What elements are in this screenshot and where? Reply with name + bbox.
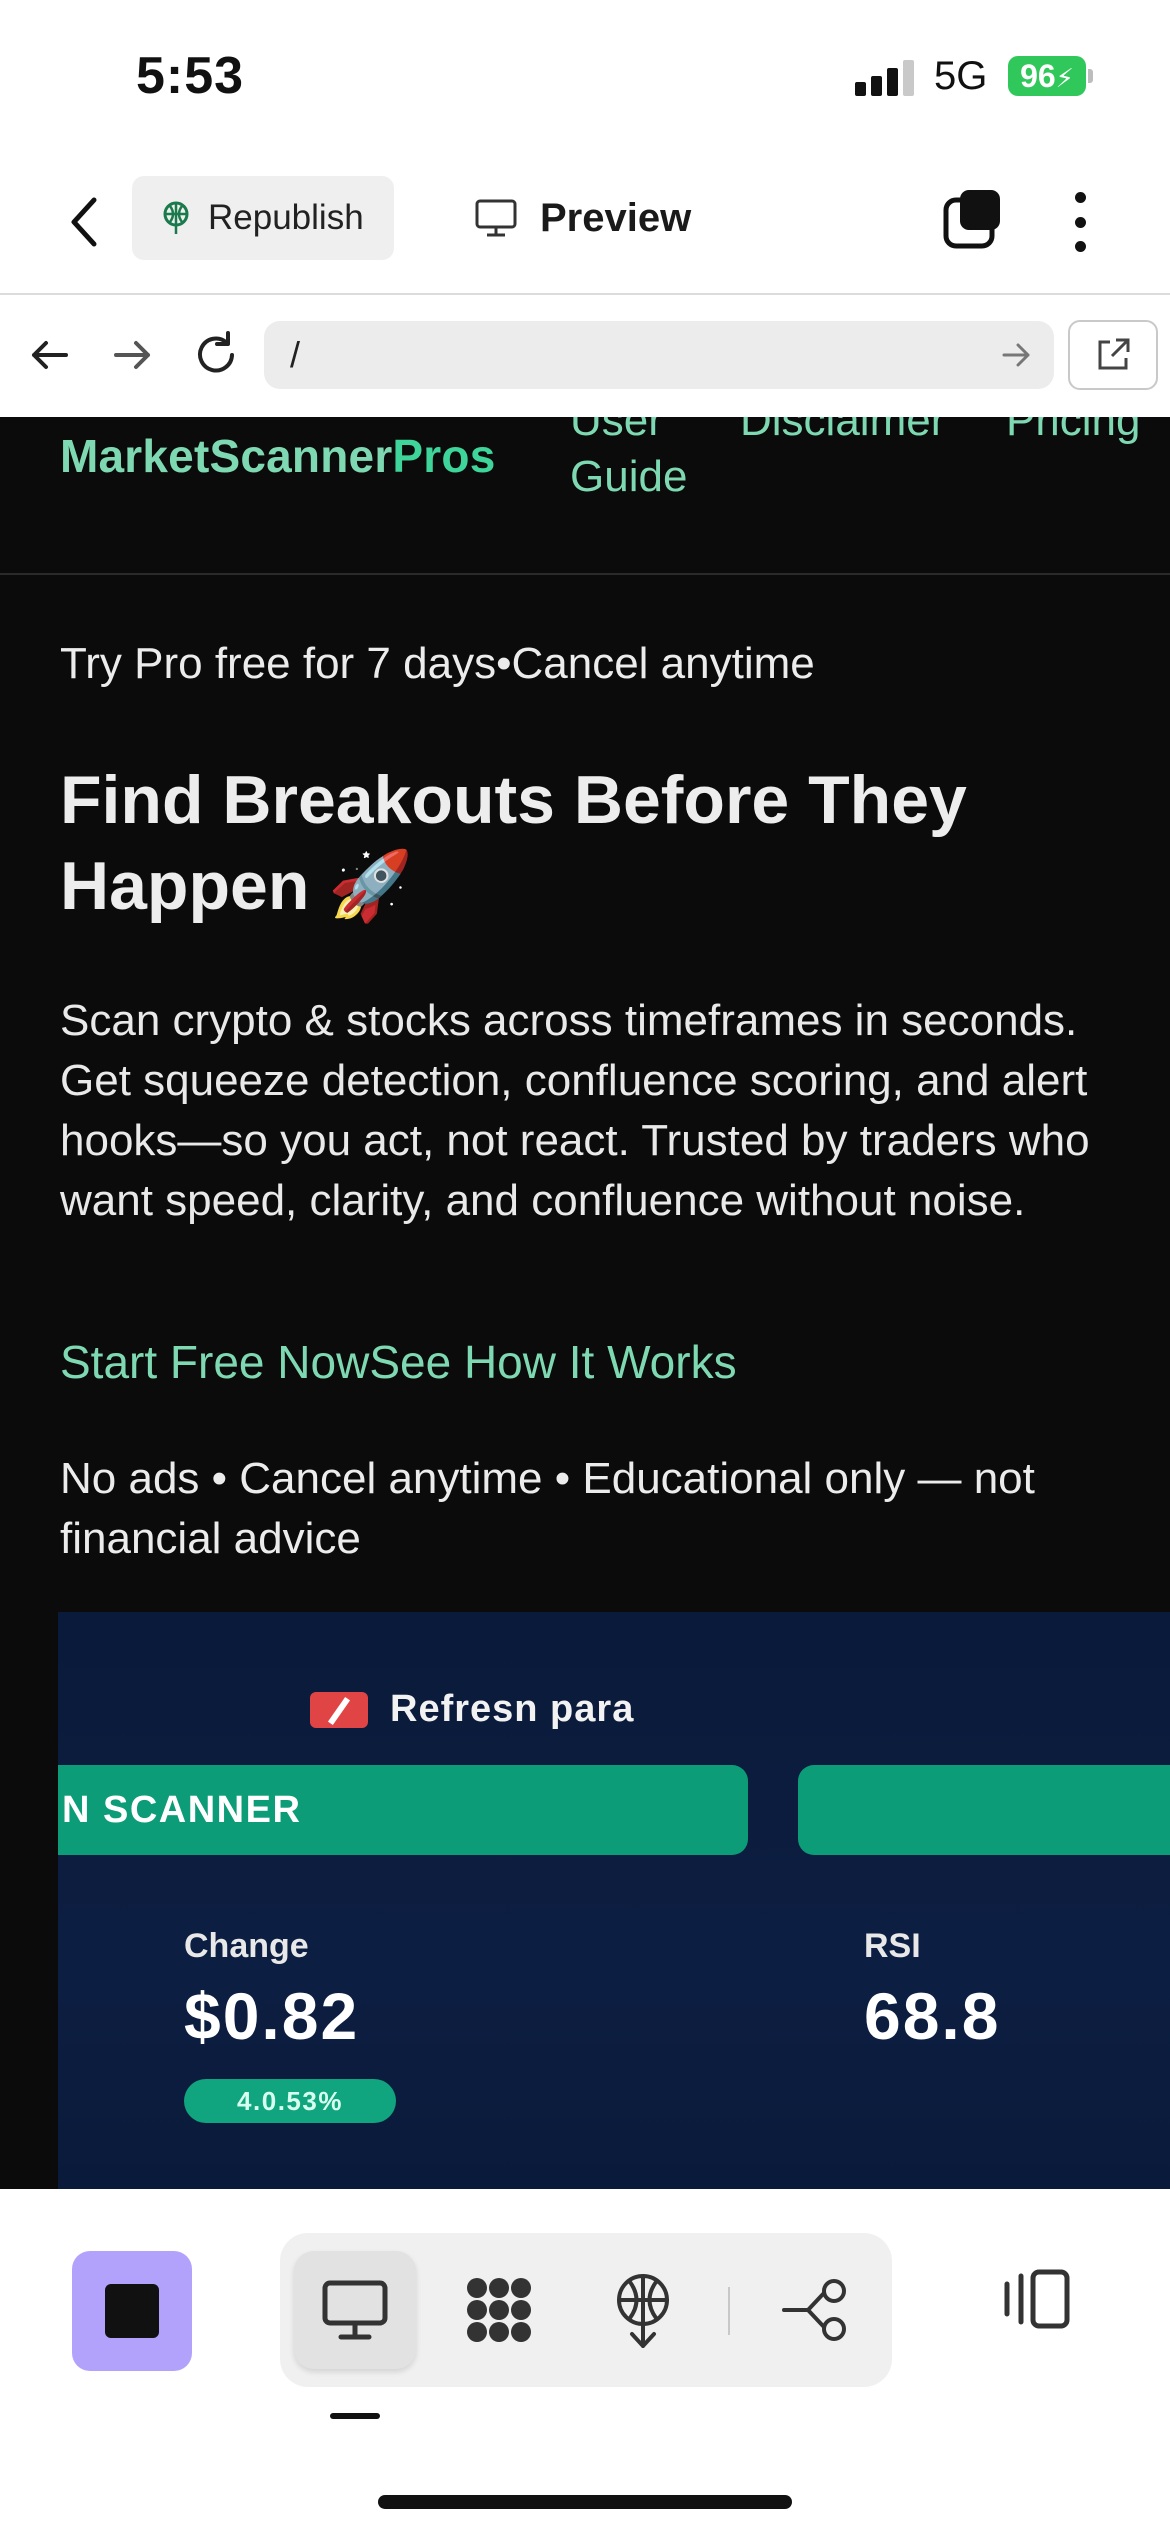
- stop-icon: [105, 2284, 159, 2338]
- monitor-icon: [475, 199, 517, 237]
- browser-forward-button[interactable]: [104, 327, 160, 383]
- scanner-preview-image: Refresn para N SCANNER Change $0.82 4.0.…: [58, 1612, 1170, 2189]
- bottom-toolbar: [0, 2189, 1170, 2532]
- change-label: Change: [184, 1927, 309, 1965]
- rsi-label: RSI: [864, 1927, 921, 1965]
- battery-level: 96: [1020, 58, 1056, 94]
- browser-toolbar: [0, 297, 1170, 417]
- republish-label: Republish: [208, 198, 364, 237]
- scanner-button: N SCANNER: [58, 1765, 748, 1855]
- arrow-right-icon: [114, 341, 150, 369]
- preview-button[interactable]: Preview: [474, 176, 691, 260]
- home-indicator: [378, 2495, 792, 2509]
- deploy-icon: [163, 201, 189, 234]
- refresh-label: Refresn para: [390, 1688, 635, 1730]
- arrow-left-icon: [32, 341, 68, 369]
- tool-separator: [728, 2287, 730, 2335]
- web-page: MarketScannerPros User Guide Disclaimer …: [0, 417, 1170, 2189]
- tool-preview[interactable]: [294, 2251, 416, 2369]
- brand-logo[interactable]: MarketScannerPros: [60, 429, 496, 483]
- layers-icon: [943, 190, 1000, 249]
- change-percent-badge: 4.0.53%: [184, 2079, 396, 2123]
- tool-workspace[interactable]: [438, 2251, 560, 2369]
- more-options-button[interactable]: [1060, 186, 1100, 258]
- open-external-button[interactable]: [1068, 320, 1158, 390]
- url-go-button[interactable]: [998, 337, 1034, 373]
- refresh-icon: [310, 1691, 368, 1728]
- app-header: Republish Preview: [0, 150, 1170, 295]
- reload-button[interactable]: [188, 327, 244, 383]
- brand-accent: Pros: [392, 430, 496, 482]
- status-time: 5:53: [136, 47, 245, 105]
- status-bar: 5:53 5G 96⚡: [0, 0, 1170, 150]
- flow-icon: [782, 2279, 846, 2341]
- nav-link-user-guide[interactable]: User Guide: [570, 417, 730, 505]
- battery-icon: 96⚡: [1008, 56, 1086, 96]
- fine-print: No ads • Cancel anytime • Educational on…: [60, 1454, 1035, 1563]
- tool-flow[interactable]: [754, 2251, 876, 2369]
- preview-label: Preview: [540, 195, 692, 240]
- republish-button[interactable]: Republish: [132, 176, 394, 260]
- deploy-icon: [617, 2274, 669, 2348]
- signal-strength-icon: [855, 60, 917, 96]
- nav-link-pricing[interactable]: Pricing: [1006, 417, 1141, 449]
- active-tab-indicator: [330, 2413, 380, 2419]
- trial-banner-text: Try Pro free for 7 days•Cancel anytime: [60, 639, 815, 688]
- cta-row: Start Free NowSee How It Works: [60, 1335, 737, 1389]
- start-free-link[interactable]: Start Free Now: [60, 1336, 369, 1388]
- tool-group: [280, 2233, 892, 2387]
- sidebar-panel-icon: [1004, 2269, 1070, 2329]
- browser-back-button[interactable]: [22, 327, 78, 383]
- refresh-row: Refresn para: [310, 1688, 634, 1731]
- tabs-button[interactable]: [940, 186, 1006, 252]
- stop-button[interactable]: [72, 2251, 192, 2371]
- battery-tip: [1088, 69, 1093, 83]
- back-button[interactable]: [62, 190, 106, 254]
- panel-toggle-button[interactable]: [994, 2257, 1078, 2341]
- url-input[interactable]: [264, 321, 1054, 389]
- hero-title: Find Breakouts Before They Happen 🚀: [60, 762, 967, 924]
- external-link-icon: [1098, 338, 1130, 370]
- rsi-value: 68.8: [864, 1979, 1001, 2053]
- chevron-left-icon: [71, 197, 97, 247]
- reload-icon: [198, 331, 234, 373]
- arrow-right-icon: [1002, 343, 1030, 367]
- nav-link-disclaimer[interactable]: Disclaimer: [740, 417, 945, 449]
- grid-blob-icon: [467, 2278, 531, 2342]
- brand-main: MarketScanner: [60, 430, 393, 482]
- hero-description: Scan crypto & stocks across timeframes i…: [60, 996, 1090, 1225]
- tool-deploy[interactable]: [582, 2251, 704, 2369]
- see-how-it-works-link[interactable]: See How It Works: [369, 1336, 736, 1388]
- monitor-icon: [322, 2280, 388, 2340]
- scanner-button-secondary: [798, 1765, 1170, 1855]
- network-type: 5G: [934, 54, 988, 98]
- site-nav: MarketScannerPros User Guide Disclaimer …: [0, 417, 1170, 575]
- change-value: $0.82: [184, 1979, 360, 2053]
